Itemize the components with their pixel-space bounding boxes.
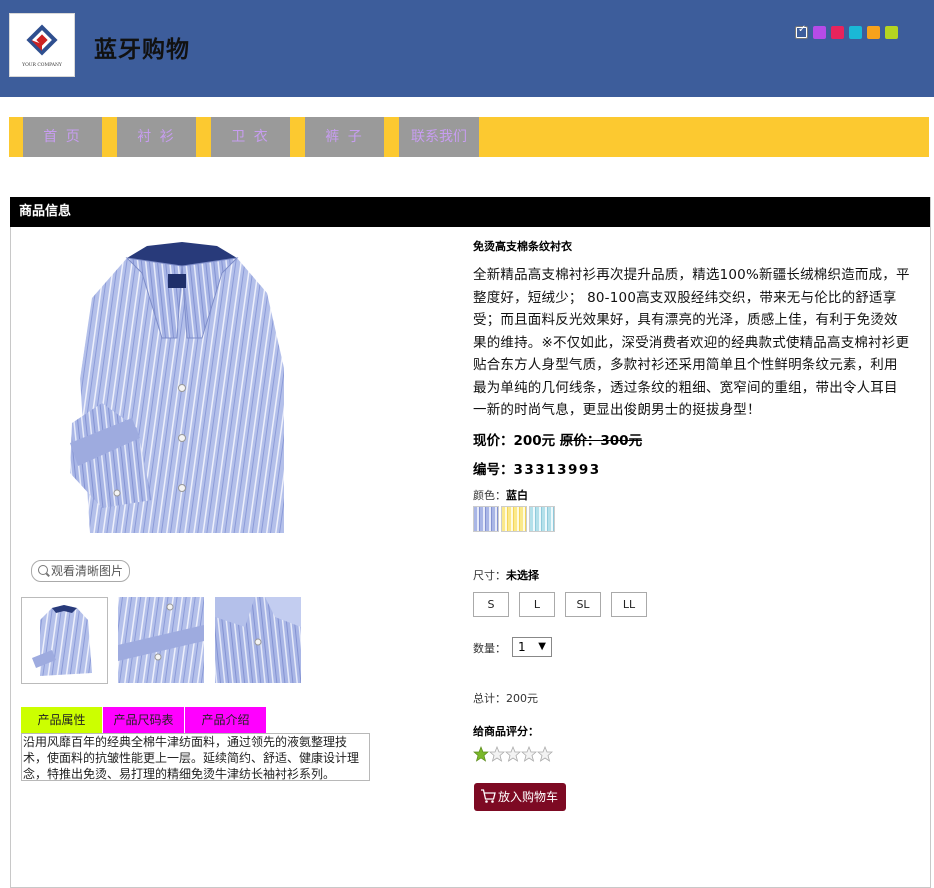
star-icon-4[interactable] [521, 746, 537, 762]
star-icon-3[interactable] [505, 746, 521, 762]
size-label: 尺寸： [473, 569, 506, 582]
size-row: 尺寸：未选择 [473, 567, 539, 583]
zoom-label: 观看清晰图片 [51, 564, 124, 578]
color-row: 颜色：蓝白 [473, 487, 528, 503]
color-swatch-cyan[interactable] [529, 506, 555, 532]
original-price-label: 原价： [559, 433, 601, 449]
thumbnail-3[interactable] [215, 597, 301, 683]
magnifier-icon [38, 565, 48, 575]
product-main-image[interactable] [62, 238, 300, 543]
theme-swatch-green[interactable] [885, 26, 898, 39]
product-tabs: 产品属性 产品尺码表 产品介绍 [21, 707, 266, 733]
add-to-cart-button[interactable]: 放入购物车 [474, 783, 566, 811]
quantity-value: 1 [518, 640, 526, 654]
cart-icon [481, 789, 496, 803]
theme-swatch-cyan[interactable] [849, 26, 862, 39]
tab-content: 沿用风靡百年的经典全棉牛津纺面料，通过领先的液氨整理技术，使面料的抗皱性能更上一… [21, 733, 370, 781]
site-header: YOUR COMPANY 蓝牙购物 ✓ [0, 0, 934, 97]
panel-header: 商品信息 [10, 197, 930, 227]
add-to-cart-label: 放入购物车 [498, 790, 559, 804]
dropdown-arrow-icon: ▼ [538, 641, 546, 652]
zoom-button[interactable]: 观看清晰图片 [31, 560, 130, 582]
nav-pants[interactable]: 裤 子 [305, 117, 384, 157]
product-sku: 编号：33313993 [473, 458, 601, 478]
size-value: 未选择 [506, 569, 539, 582]
star-icon-2[interactable] [489, 746, 505, 762]
star-icon-5[interactable] [537, 746, 553, 762]
theme-swatch-purple[interactable] [813, 26, 826, 39]
color-label: 颜色： [473, 489, 506, 502]
nav-shirts[interactable]: 衬 衫 [117, 117, 196, 157]
thumbnail-2[interactable] [118, 597, 204, 683]
sku-label: 编号： [473, 462, 514, 478]
theme-swatch-orange[interactable] [867, 26, 880, 39]
company-logo[interactable]: YOUR COMPANY [9, 13, 75, 77]
rating-stars [473, 746, 553, 762]
product-description: 全新精品高支棉衬衫再次提升品质，精选100%新疆长绒棉织造而成，平整度好，短绒少… [473, 267, 910, 418]
size-button-s[interactable]: S [473, 592, 509, 617]
original-price-value: 300元 [600, 433, 643, 449]
rating-label: 给商品评分： [473, 725, 539, 738]
color-swatch-blue[interactable] [473, 506, 499, 532]
color-swatch-yellow[interactable] [501, 506, 527, 532]
site-title: 蓝牙购物 [94, 37, 190, 63]
nav-contact[interactable]: 联系我们 [399, 117, 479, 157]
total-price: 总计：200元 [473, 692, 538, 705]
panel-title: 商品信息 [19, 204, 72, 219]
size-button-ll[interactable]: LL [611, 592, 647, 617]
nav-home[interactable]: 首 页 [23, 117, 102, 157]
check-icon: ✓ [798, 24, 807, 35]
star-icon-1-filled[interactable] [473, 746, 489, 762]
quantity-label: 数量： [473, 642, 506, 655]
quantity-select[interactable]: 1 ▼ [512, 637, 552, 657]
size-button-l[interactable]: L [519, 592, 555, 617]
size-button-sl[interactable]: SL [565, 592, 601, 617]
sku-value: 33313993 [513, 462, 601, 478]
tab-introduction[interactable]: 产品介绍 [185, 707, 266, 733]
logo-text: YOUR COMPANY [21, 62, 63, 68]
tab-size-chart[interactable]: 产品尺码表 [103, 707, 184, 733]
color-value: 蓝白 [506, 489, 528, 502]
product-name: 免烫高支棉条纹衬衣 [473, 240, 572, 253]
thumbnail-1[interactable] [21, 597, 108, 684]
nav-hoodies[interactable]: 卫 衣 [211, 117, 290, 157]
original-price: 原价：300元 [560, 433, 642, 449]
theme-swatch-pink[interactable] [831, 26, 844, 39]
current-price: 现价：200元 [473, 433, 556, 449]
theme-swatch-blue-selected[interactable]: ✓ [795, 24, 808, 39]
theme-switcher: ✓ [795, 24, 898, 39]
main-nav: 首 页 衬 衫 卫 衣 裤 子 联系我们 [9, 117, 929, 157]
tab-attributes[interactable]: 产品属性 [21, 707, 102, 733]
price-line: 现价：200元 原价：300元 [473, 429, 642, 449]
